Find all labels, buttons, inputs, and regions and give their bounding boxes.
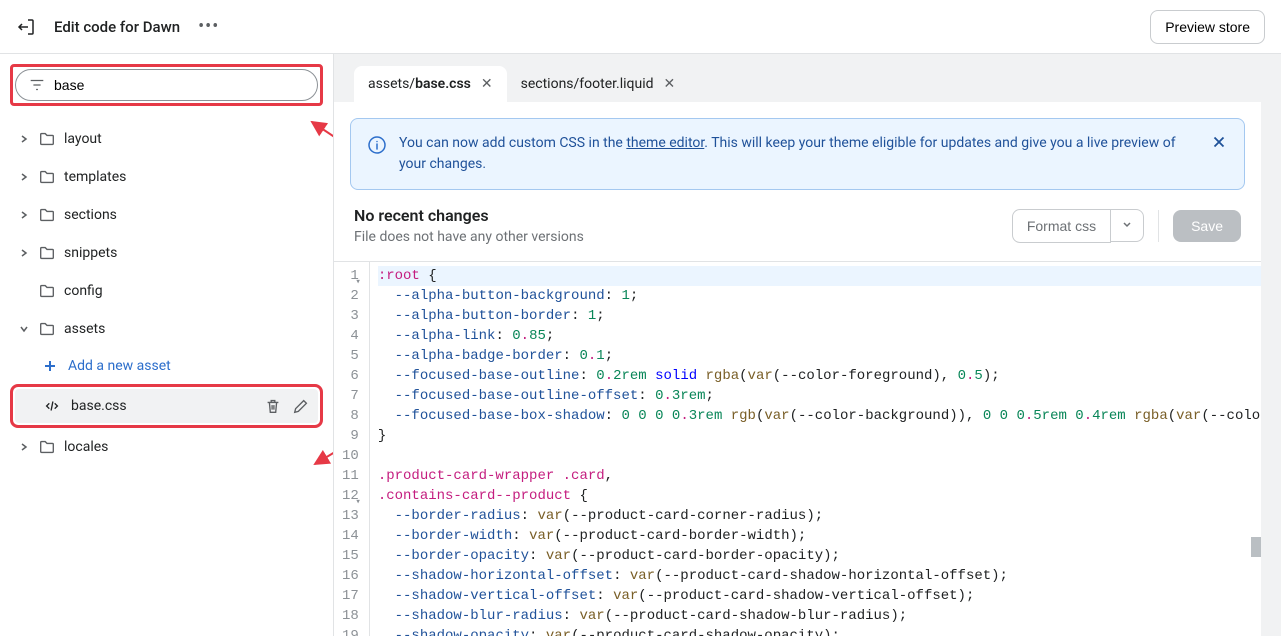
folder-label: layout <box>64 131 102 147</box>
tab-close-icon[interactable]: ✕ <box>664 76 676 92</box>
gutter-line: 11 <box>342 466 359 486</box>
code-line[interactable]: --focused-base-box-shadow: 0 0 0 0.3rem … <box>378 406 1261 426</box>
gutter-line: 12▾ <box>342 486 359 506</box>
gutter-line: 8 <box>342 406 359 426</box>
code-editor[interactable]: 1▾23456789101112▾13141516171819 :root { … <box>334 262 1261 636</box>
tab-label: sections/footer.liquid <box>521 76 654 92</box>
code-line[interactable]: --focused-base-outline-offset: 0.3rem; <box>378 386 1261 406</box>
folder-label: templates <box>64 169 126 185</box>
folder-label: config <box>64 283 103 299</box>
folder-label: sections <box>64 207 117 223</box>
gutter-line: 17 <box>342 586 359 606</box>
plus-icon <box>42 358 58 374</box>
sidebar: layout templates sections snippets config ass… <box>0 54 334 636</box>
code-line[interactable]: :root { <box>378 266 1261 286</box>
more-menu-icon[interactable]: ••• <box>198 16 219 37</box>
folder-config[interactable]: config <box>10 272 323 310</box>
gutter-line: 2 <box>342 286 359 306</box>
page-title: Edit code for Dawn <box>54 18 180 36</box>
code-line[interactable]: .product-card-wrapper .card, <box>378 466 1261 486</box>
preview-store-button[interactable]: Preview store <box>1150 10 1265 44</box>
gutter-line: 1▾ <box>342 266 359 286</box>
gutter-line: 16 <box>342 566 359 586</box>
file-highlight-box: base.css <box>10 384 323 428</box>
info-banner: You can now add custom CSS in the theme … <box>350 118 1245 190</box>
file-status-subtitle: File does not have any other versions <box>354 229 1012 245</box>
code-line[interactable]: --alpha-button-background: 1; <box>378 286 1261 306</box>
code-file-icon <box>43 397 61 415</box>
add-asset-label: Add a new asset <box>68 358 171 374</box>
folder-label: locales <box>64 439 108 455</box>
code-line[interactable]: --shadow-horizontal-offset: var(--produc… <box>378 566 1261 586</box>
gutter-line: 5 <box>342 346 359 366</box>
code-line[interactable] <box>378 446 1261 466</box>
search-input[interactable] <box>54 77 305 93</box>
folder-snippets[interactable]: snippets <box>10 234 323 272</box>
file-item-base-css[interactable]: base.css <box>15 389 318 423</box>
tab-close-icon[interactable]: ✕ <box>481 76 493 92</box>
gutter-line: 14 <box>342 526 359 546</box>
folder-assets[interactable]: assets <box>10 310 323 348</box>
format-css-button[interactable]: Format css <box>1012 209 1111 243</box>
chevron-icon <box>18 172 30 182</box>
tab-footer-liquid[interactable]: sections/footer.liquid ✕ <box>507 66 690 102</box>
info-icon <box>367 135 387 155</box>
filter-icon <box>28 76 46 94</box>
folder-label: assets <box>64 321 105 337</box>
edit-icon[interactable] <box>292 397 310 415</box>
gutter-line: 10 <box>342 446 359 466</box>
code-line[interactable]: --shadow-vertical-offset: var(--product-… <box>378 586 1261 606</box>
code-line[interactable]: --border-width: var(--product-card-borde… <box>378 526 1261 546</box>
scrollbar-thumb[interactable] <box>1251 537 1261 557</box>
tab-base-css[interactable]: assets/base.css ✕ <box>354 66 507 102</box>
search-highlight-box <box>10 64 323 106</box>
folder-layout[interactable]: layout <box>10 120 323 158</box>
gutter-line: 19 <box>342 626 359 636</box>
code-line[interactable]: --shadow-blur-radius: var(--product-card… <box>378 606 1261 626</box>
gutter-line: 3 <box>342 306 359 326</box>
folder-templates[interactable]: templates <box>10 158 323 196</box>
code-line[interactable]: --shadow-opacity: var(--product-card-sha… <box>378 626 1261 636</box>
add-new-asset-link[interactable]: Add a new asset <box>10 348 323 384</box>
gutter-line: 18 <box>342 606 359 626</box>
chevron-icon <box>18 134 30 144</box>
code-line[interactable]: --focused-base-outline: 0.2rem solid rgb… <box>378 366 1261 386</box>
code-line[interactable]: --alpha-button-border: 1; <box>378 306 1261 326</box>
chevron-icon <box>18 210 30 220</box>
file-status-title: No recent changes <box>354 206 1012 225</box>
chevron-icon <box>18 442 30 452</box>
chevron-icon <box>18 324 30 334</box>
code-line[interactable]: --border-radius: var(--product-card-corn… <box>378 506 1261 526</box>
gutter-line: 13 <box>342 506 359 526</box>
tab-label: assets/base.css <box>368 76 471 92</box>
gutter-line: 7 <box>342 386 359 406</box>
gutter-line: 4 <box>342 326 359 346</box>
chevron-icon <box>18 248 30 258</box>
banner-close-icon[interactable] <box>1210 133 1228 151</box>
banner-text-before: You can now add custom CSS in the <box>399 135 626 151</box>
folder-label: snippets <box>64 245 117 261</box>
folder-sections[interactable]: sections <box>10 196 323 234</box>
folder-locales[interactable]: locales <box>10 428 323 466</box>
code-line[interactable]: --border-opacity: var(--product-card-bor… <box>378 546 1261 566</box>
gutter-line: 6 <box>342 366 359 386</box>
format-dropdown-button[interactable] <box>1111 209 1144 242</box>
code-line[interactable]: .contains-card--product { <box>378 486 1261 506</box>
theme-editor-link[interactable]: theme editor <box>626 135 704 151</box>
code-line[interactable]: --alpha-badge-border: 0.1; <box>378 346 1261 366</box>
code-line[interactable]: --alpha-link: 0.85; <box>378 326 1261 346</box>
exit-icon[interactable] <box>16 17 36 37</box>
gutter-line: 9 <box>342 426 359 446</box>
gutter-line: 15 <box>342 546 359 566</box>
file-label: base.css <box>71 398 127 414</box>
save-button[interactable]: Save <box>1173 210 1241 242</box>
delete-icon[interactable] <box>264 397 282 415</box>
code-line[interactable]: } <box>378 426 1261 446</box>
